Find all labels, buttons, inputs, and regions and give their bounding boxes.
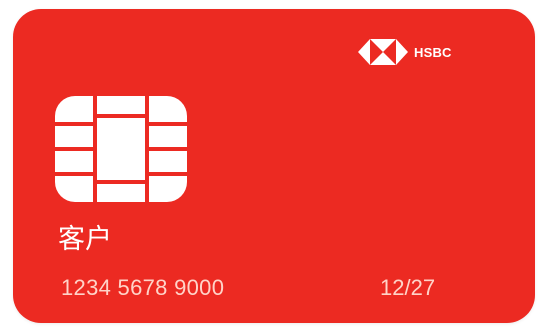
hsbc-hexagon-logo-icon — [358, 39, 408, 65]
bank-card[interactable]: HSBC 客户 1234 5678 9000 12/27 — [13, 9, 535, 323]
card-expiry: 12/27 — [380, 275, 436, 300]
emv-chip-icon — [55, 96, 187, 202]
brand-name: HSBC — [414, 44, 452, 60]
brand-logo: HSBC — [358, 39, 452, 65]
card-holder-name: 客户 — [58, 224, 112, 255]
card-number: 1234 5678 9000 — [61, 275, 225, 300]
